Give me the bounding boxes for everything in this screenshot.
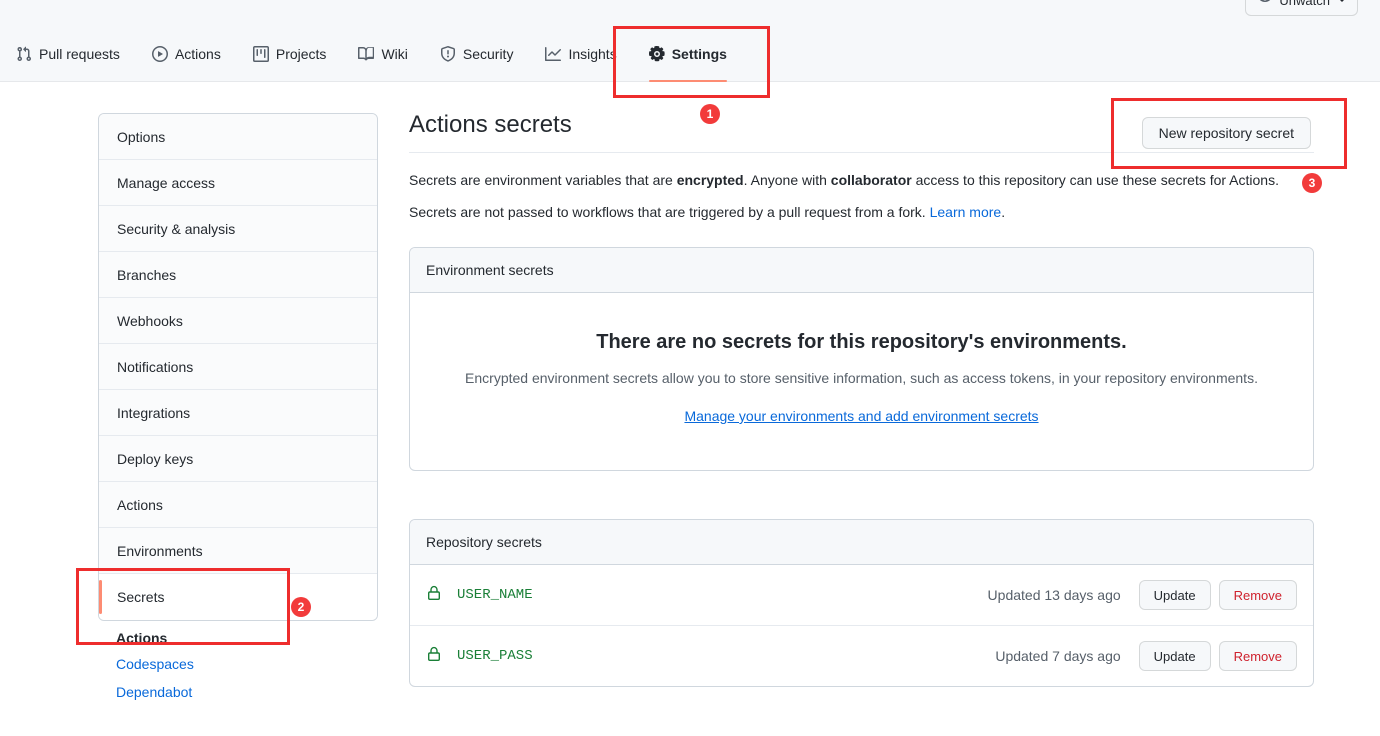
desc1-part3: access to this repository can use these … — [911, 172, 1279, 188]
sidebar-item-notifications[interactable]: Notifications — [99, 344, 377, 390]
annotation-badge-3: 3 — [1302, 173, 1322, 193]
nav-label-actions: Actions — [174, 46, 221, 62]
sidebar-label-notifications: Notifications — [117, 358, 194, 375]
panel-gap — [409, 471, 1314, 519]
secrets-description-2: Secrets are not passed to workflows that… — [409, 201, 1314, 223]
sidebar-item-actions[interactable]: Actions — [99, 482, 377, 528]
nav-label-projects: Projects — [275, 46, 327, 62]
desc2-text: Secrets are not passed to workflows that… — [409, 204, 930, 220]
repository-secrets-header: Repository secrets — [410, 520, 1313, 565]
sidebar-item-options[interactable]: Options — [99, 114, 377, 160]
environment-secrets-empty-state: There are no secrets for this repository… — [410, 293, 1313, 470]
learn-more-link[interactable]: Learn more — [930, 204, 1002, 220]
nav-item-projects[interactable]: Projects — [237, 38, 343, 70]
unwatch-button[interactable]: Unwatch — [1245, 0, 1358, 16]
sidebar-label-deploy-keys: Deploy keys — [117, 450, 194, 467]
table-row: USER_PASS Updated 7 days ago Update Remo… — [410, 626, 1313, 686]
desc1-part2: . Anyone with — [743, 172, 831, 188]
sidebar-link-codespaces[interactable]: Codespaces — [116, 656, 378, 672]
secrets-description-1: Secrets are environment variables that a… — [409, 169, 1314, 191]
environment-secrets-header: Environment secrets — [410, 248, 1313, 293]
secret-updated-text: Updated 13 days ago — [987, 587, 1121, 603]
empty-state-title: There are no secrets for this repository… — [596, 331, 1127, 353]
graph-icon — [545, 46, 562, 62]
nav-label-security: Security — [462, 46, 514, 62]
nav-label-wiki: Wiki — [381, 46, 408, 62]
settings-sidebar: Options Manage access Security & analysi… — [98, 113, 378, 712]
sidebar-label-webhooks: Webhooks — [117, 312, 183, 329]
environment-secrets-panel: Environment secrets There are no secrets… — [409, 247, 1314, 471]
secret-updated-text: Updated 7 days ago — [995, 648, 1121, 664]
sidebar-label-secrets: Secrets — [117, 589, 165, 605]
manage-environments-link[interactable]: Manage your environments and add environ… — [684, 408, 1038, 424]
nav-item-pull-requests[interactable]: Pull requests — [0, 38, 136, 70]
desc2-suffix: . — [1001, 204, 1006, 220]
sidebar-item-manage-access[interactable]: Manage access — [99, 160, 377, 206]
sidebar-link-dependabot[interactable]: Dependabot — [116, 684, 378, 700]
nav-label-settings: Settings — [671, 46, 727, 62]
nav-item-settings[interactable]: Settings — [633, 38, 743, 82]
sidebar-label-security-analysis: Security & analysis — [117, 220, 236, 237]
chevron-down-icon — [1338, 0, 1346, 2]
repository-nav: Pull requests Actions Projects Wiki Secu… — [0, 38, 743, 82]
project-board-icon — [252, 46, 269, 62]
sidebar-label-manage-access: Manage access — [117, 174, 216, 191]
eye-icon — [1257, 0, 1273, 10]
settings-sidebar-card: Options Manage access Security & analysi… — [98, 113, 378, 621]
nav-item-wiki[interactable]: Wiki — [342, 38, 423, 70]
annotation-badge-1: 1 — [700, 104, 720, 124]
unwatch-label: Unwatch — [1279, 0, 1330, 8]
git-pull-request-icon — [16, 46, 32, 62]
main-content: New repository secret Actions secrets Se… — [409, 108, 1314, 687]
desc1-bold-collaborator: collaborator — [830, 172, 912, 188]
empty-state-subtitle: Encrypted environment secrets allow you … — [465, 370, 1258, 386]
sidebar-label-branches: Branches — [117, 266, 177, 283]
annotation-badge-2: 2 — [291, 597, 311, 617]
lock-icon — [426, 585, 442, 606]
sidebar-label-options: Options — [117, 128, 166, 145]
play-circle-icon — [151, 46, 168, 62]
book-icon — [358, 46, 375, 62]
sidebar-item-webhooks[interactable]: Webhooks — [99, 298, 377, 344]
repository-secrets-panel: Repository secrets USER_NAME Updated 13 … — [409, 519, 1314, 687]
update-secret-button[interactable]: Update — [1138, 641, 1211, 671]
sidebar-item-environments[interactable]: Environments — [99, 528, 377, 574]
sidebar-item-secrets[interactable]: Secrets — [99, 574, 377, 620]
remove-secret-button[interactable]: Remove — [1218, 641, 1297, 671]
active-tab-underline — [648, 80, 727, 82]
new-repository-secret-button[interactable]: New repository secret — [1141, 117, 1311, 149]
update-secret-button[interactable]: Update — [1138, 580, 1211, 610]
sidebar-label-integrations: Integrations — [117, 404, 191, 421]
gear-icon — [648, 46, 665, 62]
secret-name[interactable]: USER_PASS — [457, 648, 533, 664]
shield-icon — [440, 46, 456, 62]
sidebar-label-environments: Environments — [117, 542, 203, 559]
nav-item-security[interactable]: Security — [424, 38, 530, 70]
lock-icon — [426, 646, 442, 667]
nav-item-actions[interactable]: Actions — [136, 38, 237, 70]
sidebar-subsection-heading: Actions — [116, 630, 168, 646]
sidebar-item-branches[interactable]: Branches — [99, 252, 377, 298]
nav-item-insights[interactable]: Insights — [529, 38, 632, 70]
title-divider — [409, 152, 1314, 153]
desc1-bold-encrypted: encrypted — [676, 172, 744, 188]
table-row: USER_NAME Updated 13 days ago Update Rem… — [410, 565, 1313, 626]
sidebar-subsection: Actions Codespaces Dependabot — [98, 630, 378, 700]
desc1-part1: Secrets are environment variables that a… — [409, 172, 677, 188]
nav-label-insights: Insights — [568, 46, 617, 62]
sidebar-item-deploy-keys[interactable]: Deploy keys — [99, 436, 377, 482]
sidebar-label-actions: Actions — [117, 496, 163, 513]
secret-name[interactable]: USER_NAME — [457, 587, 533, 603]
sidebar-item-integrations[interactable]: Integrations — [99, 390, 377, 436]
sidebar-item-security-analysis[interactable]: Security & analysis — [99, 206, 377, 252]
remove-secret-button[interactable]: Remove — [1218, 580, 1297, 610]
nav-label-pull-requests: Pull requests — [39, 46, 120, 62]
